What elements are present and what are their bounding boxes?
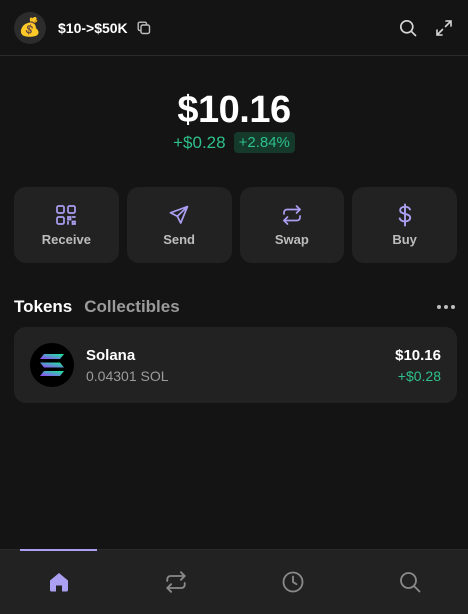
dollar-icon: [398, 203, 411, 227]
buy-button[interactable]: Buy: [352, 187, 457, 263]
account-name[interactable]: $10->$50K: [58, 20, 128, 36]
tab-collectibles[interactable]: Collectibles: [84, 297, 179, 317]
action-buttons: Receive Send Swap Buy: [14, 187, 457, 263]
total-balance: $10.16: [177, 89, 291, 131]
swap-button[interactable]: Swap: [239, 187, 345, 263]
home-icon: [49, 573, 68, 592]
nav-home[interactable]: [0, 549, 117, 614]
more-dots-icon: [437, 305, 441, 309]
expand-button[interactable]: [434, 18, 454, 38]
search-icon: [399, 572, 420, 593]
header: 💰 $10->$50K: [0, 0, 468, 56]
more-dot: [451, 305, 455, 309]
send-label: Send: [163, 232, 196, 247]
swap-icon: [165, 571, 186, 593]
balance-change-row: +$0.28 +2.84%: [0, 132, 468, 153]
balance-change-percent: +2.84%: [233, 132, 295, 153]
swap-label: Swap: [274, 232, 309, 247]
solana-logo-icon: [30, 343, 74, 387]
token-row-solana[interactable]: Solana 0.04301 SOL $10.16 +$0.28: [14, 327, 457, 403]
nav-history[interactable]: [234, 550, 351, 614]
account-avatar[interactable]: 💰: [14, 11, 46, 44]
receive-label: Receive: [41, 232, 91, 247]
send-button[interactable]: Send: [126, 187, 232, 263]
search-icon: [399, 19, 417, 36]
nav-search[interactable]: [351, 550, 468, 614]
swap-icon: [283, 205, 301, 225]
nav-swap[interactable]: [117, 550, 234, 614]
buy-label: Buy: [392, 232, 417, 247]
balance-block: $10.16 +$0.28 +2.84%: [0, 88, 468, 153]
send-icon: [169, 205, 189, 224]
balance-change-usd: +$0.28: [173, 132, 226, 152]
token-name: Solana: [86, 346, 136, 364]
solana-mark-icon: [40, 354, 64, 376]
copy-icon: [137, 21, 150, 34]
tab-tokens[interactable]: Tokens: [14, 297, 72, 317]
more-options-button[interactable]: [435, 299, 457, 315]
money-bag-icon: 💰: [18, 17, 42, 37]
token-change: +$0.28: [397, 367, 441, 384]
token-amount: 0.04301 SOL: [86, 367, 169, 384]
token-usd-value: $10.16: [395, 346, 441, 364]
expand-icon: [436, 19, 452, 36]
more-dot: [444, 305, 448, 309]
receive-button[interactable]: Receive: [14, 187, 119, 263]
qr-code-icon: [56, 205, 77, 225]
search-button[interactable]: [398, 18, 418, 38]
asset-tabs: Tokens Collectibles: [14, 296, 457, 318]
copy-address-button[interactable]: [136, 20, 152, 36]
bottom-nav: [0, 549, 468, 614]
history-icon: [282, 571, 303, 593]
